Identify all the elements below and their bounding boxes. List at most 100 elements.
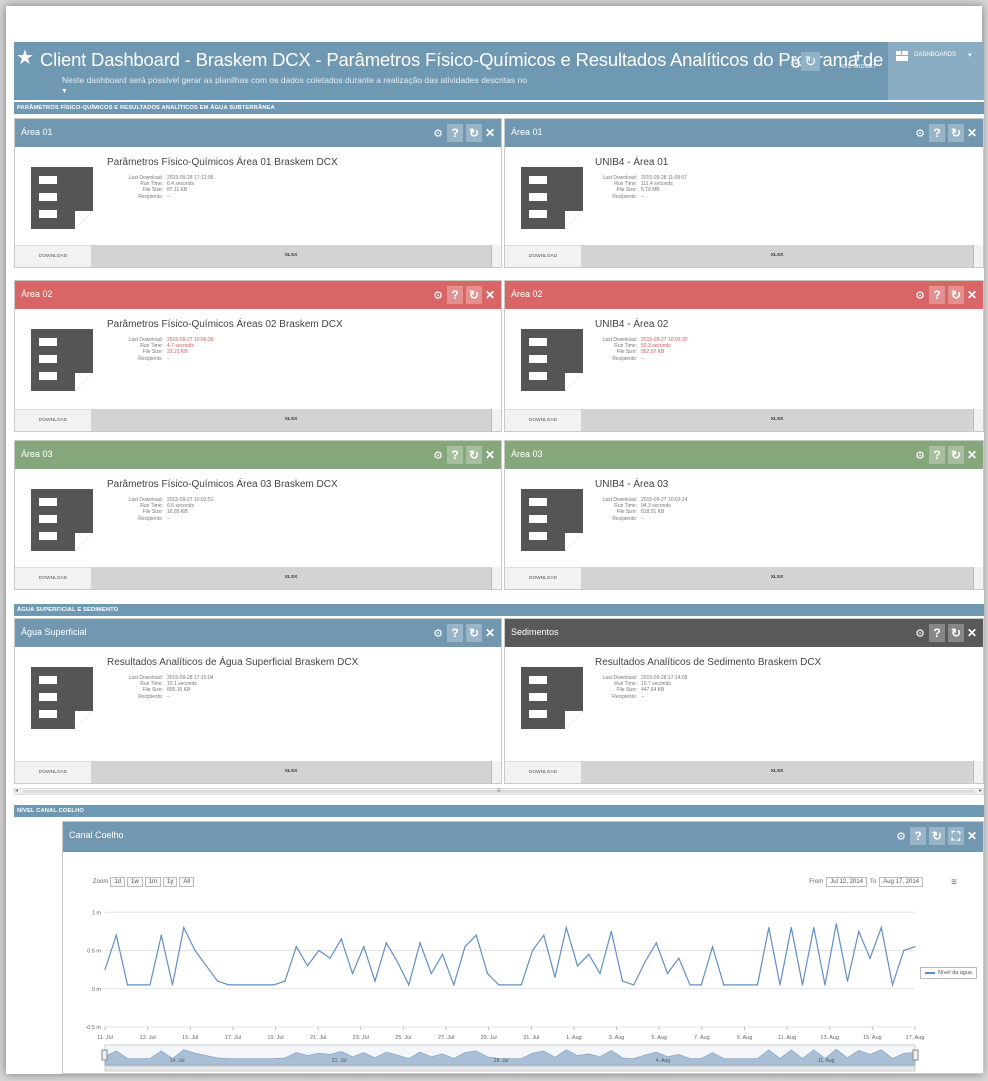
recipients-label: Recipients: xyxy=(138,693,163,700)
refresh-button[interactable]: ↻ xyxy=(466,286,482,304)
help-button[interactable]: ? xyxy=(929,286,945,304)
help-button[interactable]: ? xyxy=(447,446,463,464)
data-point xyxy=(644,961,646,963)
x-tick-label: 13. Aug xyxy=(820,1035,839,1041)
report-title: UNIB4 - Área 01 xyxy=(595,157,669,168)
recipients-label: Recipients: xyxy=(138,193,163,200)
help-button[interactable]: ? xyxy=(929,446,945,464)
close-button[interactable]: ✕ xyxy=(485,626,495,640)
gear-icon[interactable]: ⚙ xyxy=(914,627,926,640)
line-chart: 1 m 0.5 m 0 m -0.5 m 11. Jul 13. Jul 15. Jul 17… xyxy=(85,910,924,1072)
star-icon[interactable]: ★ xyxy=(16,48,34,68)
data-point xyxy=(149,984,151,986)
last-download-value: 2015-09-28 17:14:09 xyxy=(641,675,688,681)
format-select[interactable]: XLSX xyxy=(91,409,491,431)
format-select[interactable]: XLSX xyxy=(581,567,973,589)
download-button[interactable]: DOWNLOAD xyxy=(15,409,91,431)
refresh-button[interactable]: ↻ xyxy=(466,446,482,464)
data-point xyxy=(588,953,590,955)
help-button[interactable]: ? xyxy=(447,624,463,642)
widget-header-title: Área 01 xyxy=(21,127,53,137)
download-button[interactable]: DOWNLOAD xyxy=(505,245,581,267)
recipients-value: -- xyxy=(167,193,171,200)
report-meta: Last Download: 2015-09-27 10:03:51 Run Tim… xyxy=(105,497,214,522)
refresh-button[interactable]: ↻ xyxy=(948,446,964,464)
widget-controls: ⚙? ↻ ✕ xyxy=(432,124,495,142)
close-button[interactable]: ✕ xyxy=(967,448,977,462)
close-button[interactable]: ✕ xyxy=(967,126,977,140)
dashboards-menu[interactable]: DASHBOARDS ▾ xyxy=(888,42,984,100)
download-button[interactable]: DOWNLOAD xyxy=(505,567,581,589)
dashboard-page: ★ Client Dashboard - Braskem DCX - Parâm… xyxy=(14,42,984,1074)
download-button[interactable]: DOWNLOAD xyxy=(505,761,581,783)
scroll-right-arrow-icon[interactable]: ▸ xyxy=(979,787,982,794)
help-button[interactable]: ? xyxy=(447,286,463,304)
gear-icon[interactable]: ⚙ xyxy=(914,449,926,462)
data-point xyxy=(115,934,117,936)
gear-icon[interactable]: ⚙ xyxy=(432,127,444,140)
footer-end xyxy=(973,567,983,589)
add-widget-button[interactable]: + ADD WIDGET xyxy=(838,47,878,70)
data-point xyxy=(610,930,612,933)
close-button[interactable]: ✕ xyxy=(485,448,495,462)
format-select[interactable]: XLSX xyxy=(91,761,491,783)
widget-header: Sedimentos ⚙? ↻ ✕ xyxy=(505,619,983,647)
data-point xyxy=(790,926,792,929)
widget-header-title: Água Superficial xyxy=(21,627,87,637)
data-point xyxy=(914,946,916,948)
gear-icon[interactable]: ⚙ xyxy=(914,127,926,140)
scroll-left-arrow-icon[interactable]: ◂ xyxy=(15,787,18,794)
download-button[interactable]: DOWNLOAD xyxy=(15,567,91,589)
widget-header: Água Superficial ⚙? ↻ ✕ xyxy=(15,619,501,647)
refresh-button[interactable]: ↻ xyxy=(466,624,482,642)
format-select[interactable]: XLSX xyxy=(581,409,973,431)
expand-caret-icon[interactable]: ▼ xyxy=(61,88,68,95)
data-point xyxy=(228,984,230,986)
report-widget: Água Superficial ⚙? ↻ ✕ Resultados Analítico… xyxy=(14,618,502,784)
help-button[interactable]: ? xyxy=(929,124,945,142)
help-button[interactable]: ? xyxy=(447,124,463,142)
refresh-button[interactable]: ↻ xyxy=(948,124,964,142)
widget-controls: ⚙? ↻ ✕ xyxy=(914,124,977,142)
navigator-label: 11. Aug xyxy=(818,1058,835,1064)
close-button[interactable]: ✕ xyxy=(967,288,977,302)
navigator-handle-right xyxy=(912,1049,919,1061)
document-icon xyxy=(521,167,583,229)
header-gear-icon[interactable]: ⚙ xyxy=(790,56,802,72)
recipients-label: Recipients: xyxy=(612,693,637,700)
report-meta: Last Download: 2015-09-27 10:06:36 Run Tim… xyxy=(105,337,214,362)
gear-icon[interactable]: ⚙ xyxy=(914,289,926,302)
help-button[interactable]: ? xyxy=(929,624,945,642)
close-button[interactable]: ✕ xyxy=(967,626,977,640)
header-refresh-button[interactable]: ↻ xyxy=(801,52,820,71)
format-select[interactable]: XLSX xyxy=(581,245,973,267)
data-point xyxy=(441,953,444,955)
data-point xyxy=(318,949,320,952)
data-point xyxy=(261,984,264,986)
widget-header-title: Área 02 xyxy=(21,289,53,299)
close-button[interactable]: ✕ xyxy=(485,126,495,140)
format-select[interactable]: XLSX xyxy=(91,245,491,267)
gear-icon[interactable]: ⚙ xyxy=(432,627,444,640)
format-select[interactable]: XLSX xyxy=(91,567,491,589)
download-button[interactable]: DOWNLOAD xyxy=(15,245,91,267)
gear-icon[interactable]: ⚙ xyxy=(432,449,444,462)
close-button[interactable]: ✕ xyxy=(485,288,495,302)
widget-header: Área 01 ⚙? ↻ ✕ xyxy=(15,119,501,147)
data-point xyxy=(835,923,837,925)
refresh-button[interactable]: ↻ xyxy=(466,124,482,142)
format-select[interactable]: XLSX xyxy=(581,761,973,783)
gear-icon[interactable]: ⚙ xyxy=(432,289,444,302)
data-point xyxy=(475,934,477,936)
data-point xyxy=(385,942,387,944)
download-button[interactable]: DOWNLOAD xyxy=(505,409,581,431)
recipients-label: Recipients: xyxy=(612,515,637,522)
horizontal-scrollbar[interactable]: ◂ ≡ ▸ xyxy=(14,788,984,795)
x-tick-label: 5. Aug xyxy=(651,1035,667,1041)
data-point xyxy=(655,942,657,944)
refresh-button[interactable]: ↻ xyxy=(948,624,964,642)
widget-footer: DOWNLOAD XLSX xyxy=(505,245,983,267)
refresh-button[interactable]: ↻ xyxy=(948,286,964,304)
download-button[interactable]: DOWNLOAD xyxy=(15,761,91,783)
widget-header: Área 03 ⚙? ↻ ✕ xyxy=(505,441,983,469)
